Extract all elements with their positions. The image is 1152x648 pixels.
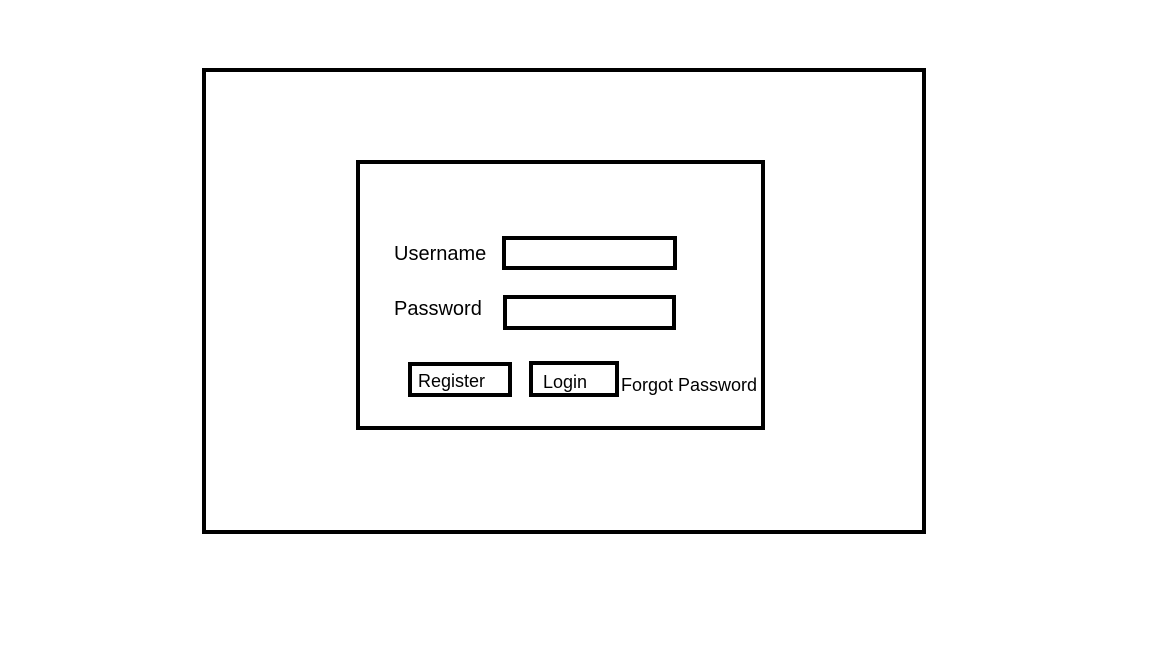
username-label: Username: [394, 243, 487, 265]
forgot-password-link[interactable]: Forgot Password: [621, 374, 757, 396]
password-label: Password: [394, 298, 482, 320]
username-input[interactable]: [502, 236, 677, 270]
login-button[interactable]: Login: [529, 361, 619, 397]
password-input[interactable]: [503, 295, 676, 330]
register-button[interactable]: Register: [408, 362, 512, 397]
